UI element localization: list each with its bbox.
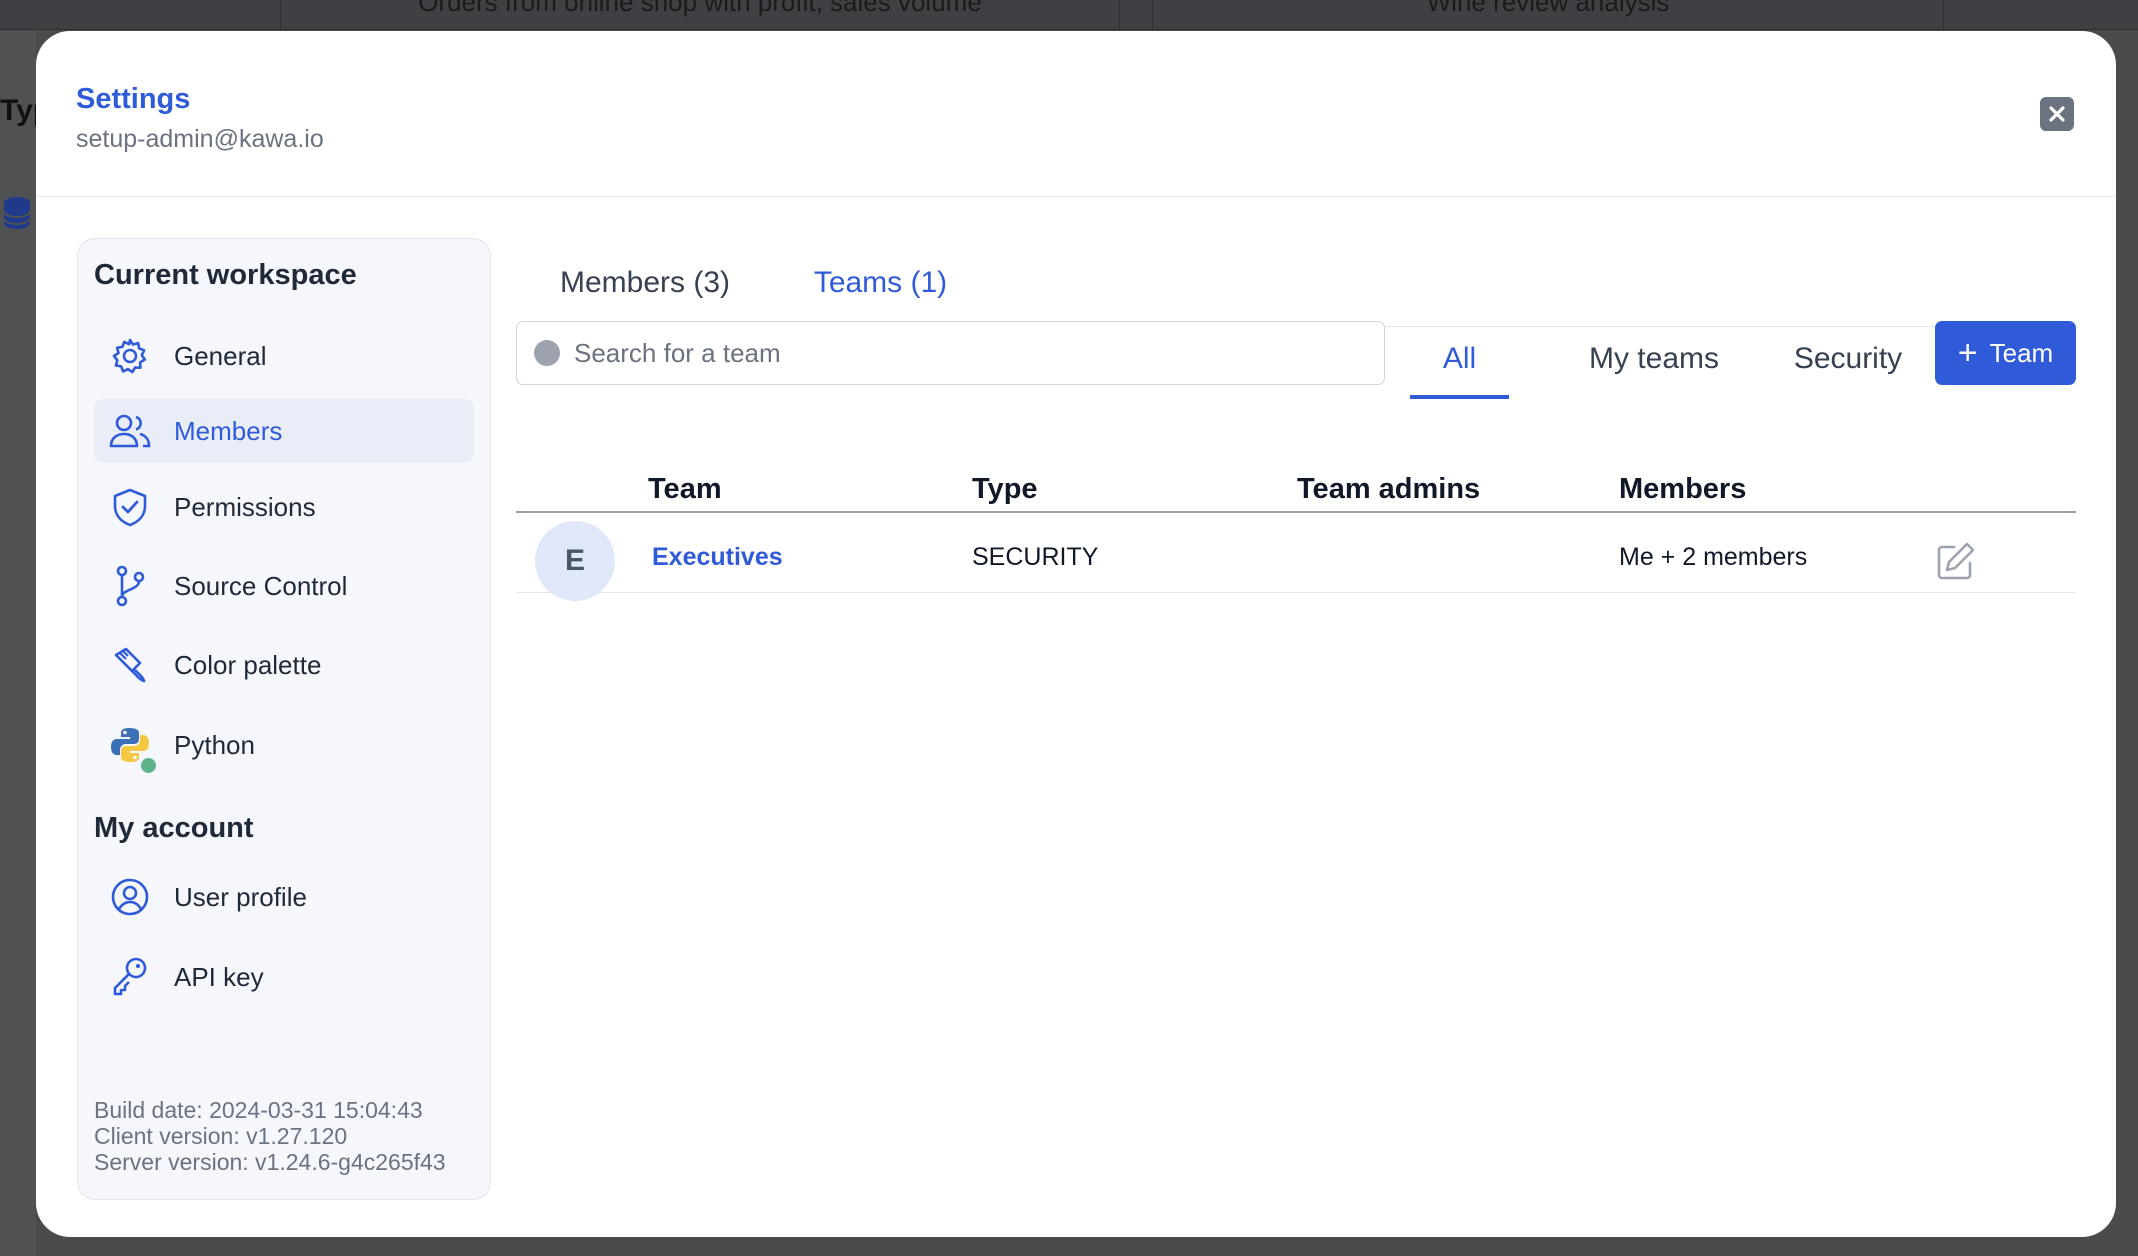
- filter-all[interactable]: All: [1410, 319, 1509, 399]
- column-header-team: Team: [648, 473, 722, 505]
- gear-icon: [108, 334, 152, 378]
- table-row: E Executives SECURITY Me + 2 members: [516, 513, 2076, 601]
- teams-table-header: Team Type Team admins Members: [516, 433, 2076, 513]
- sidebar-item-python[interactable]: Python: [94, 713, 474, 777]
- sidebar-item-source-control[interactable]: Source Control: [94, 554, 474, 618]
- background-tab: Orders from online shop with profit, sal…: [280, 0, 1120, 30]
- sidebar-item-label: Source Control: [174, 570, 348, 601]
- team-search-input[interactable]: [574, 337, 1354, 369]
- python-icon: [108, 723, 156, 773]
- shield-check-icon: [108, 485, 152, 529]
- background-tab: Wine review analysis: [1152, 0, 1944, 30]
- settings-tabs: Members (3) Teams (1): [516, 239, 2076, 328]
- server-version: Server version: v1.24.6-g4c265f43: [94, 1149, 446, 1175]
- sidebar-item-permissions[interactable]: Permissions: [94, 475, 474, 539]
- filter-security[interactable]: Security: [1766, 319, 1930, 399]
- sidebar-item-general[interactable]: General: [94, 324, 474, 388]
- paint-brush-icon: [108, 643, 152, 687]
- sidebar-item-user-profile[interactable]: User profile: [94, 865, 474, 929]
- sidebar-item-label: Permissions: [174, 491, 316, 522]
- team-avatar: E: [535, 521, 615, 601]
- tab-members[interactable]: Members (3): [550, 239, 740, 327]
- modal-subtitle: setup-admin@kawa.io: [76, 125, 324, 153]
- user-circle-icon: [108, 875, 152, 919]
- section-heading-workspace: Current workspace: [94, 259, 357, 291]
- sidebar-item-members[interactable]: Members: [94, 399, 474, 463]
- build-date: Build date: 2024-03-31 15:04:43: [94, 1097, 423, 1123]
- column-header-team-admins: Team admins: [1297, 473, 1481, 505]
- sidebar-item-label: API key: [174, 961, 264, 992]
- column-header-members: Members: [1619, 473, 1747, 505]
- sidebar-item-api-key[interactable]: API key: [94, 945, 474, 1009]
- sidebar-item-label: Members: [174, 415, 283, 446]
- close-icon: [2049, 106, 2065, 122]
- section-heading-account: My account: [94, 812, 254, 844]
- close-button[interactable]: [2040, 97, 2074, 131]
- team-type: SECURITY: [972, 543, 1099, 571]
- modal-header: Settings setup-admin@kawa.io: [36, 31, 2116, 197]
- team-search: [516, 321, 1385, 385]
- git-branch-icon: [108, 564, 152, 608]
- sidebar-item-label: User profile: [174, 881, 307, 912]
- sidebar-item-label: General: [174, 340, 267, 371]
- column-header-type: Type: [972, 473, 1038, 505]
- edit-icon[interactable]: [1934, 541, 1976, 583]
- add-team-label: Team: [1989, 337, 2054, 368]
- add-team-button[interactable]: + Team: [1935, 321, 2076, 385]
- sidebar-item-label: Color palette: [174, 649, 322, 680]
- settings-sidebar: Current workspace General Members Permis…: [77, 238, 491, 1200]
- plus-icon: +: [1957, 334, 1978, 372]
- build-info: Build date: 2024-03-31 15:04:43 Client v…: [94, 1097, 446, 1175]
- modal-title: Settings: [76, 83, 191, 115]
- key-icon: [108, 955, 152, 999]
- client-version: Client version: v1.27.120: [94, 1123, 348, 1149]
- sidebar-item-color-palette[interactable]: Color palette: [94, 633, 474, 697]
- users-icon: [108, 409, 152, 453]
- database-icon: [3, 197, 31, 229]
- sidebar-item-label: Python: [174, 729, 255, 760]
- team-members: Me + 2 members: [1619, 543, 1808, 571]
- search-icon: [534, 340, 560, 366]
- filter-my-teams[interactable]: My teams: [1556, 319, 1752, 399]
- python-status-dot: [141, 758, 156, 773]
- settings-modal: Settings setup-admin@kawa.io Current wor…: [36, 31, 2116, 1237]
- background-tab-bar: Orders from online shop with profit, sal…: [0, 0, 2138, 30]
- team-name-link[interactable]: Executives: [652, 543, 783, 572]
- tab-teams[interactable]: Teams (1): [796, 239, 965, 328]
